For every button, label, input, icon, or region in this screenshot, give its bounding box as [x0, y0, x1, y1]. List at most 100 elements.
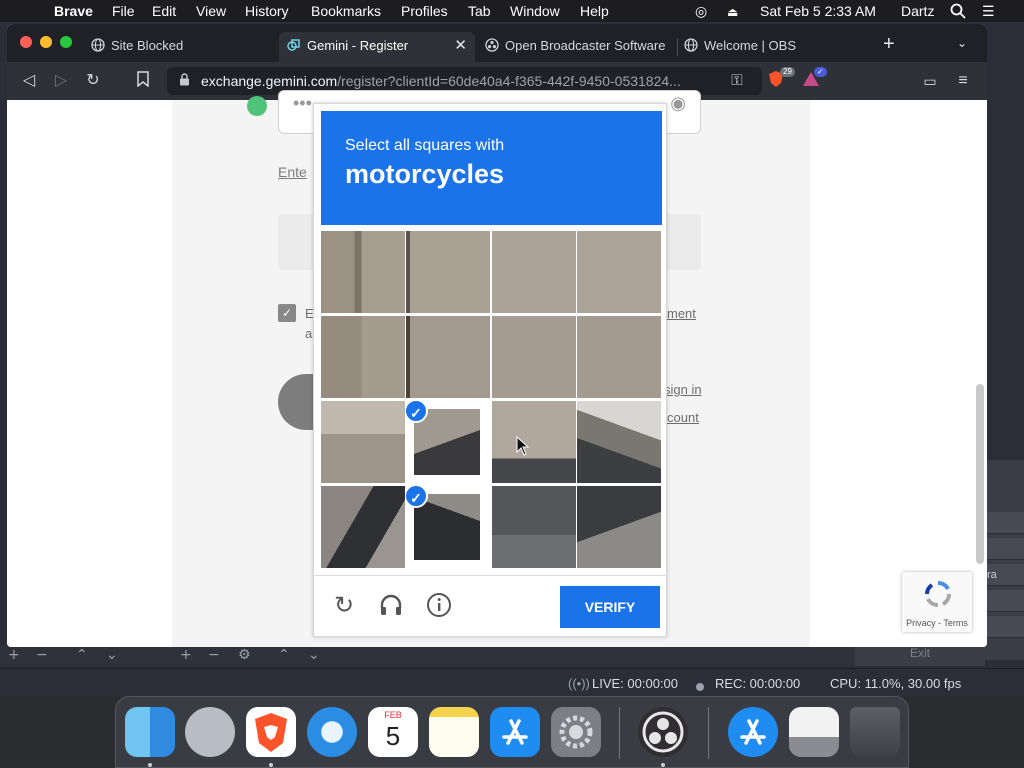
- obs-status-icon[interactable]: ◎: [695, 3, 707, 20]
- user-agreement-link[interactable]: ment: [667, 306, 696, 321]
- app-store-icon[interactable]: [490, 707, 540, 757]
- menu-history[interactable]: History: [245, 3, 289, 19]
- back-icon[interactable]: ◁: [19, 71, 39, 91]
- captcha-tile[interactable]: [492, 231, 576, 313]
- agree-checkbox[interactable]: ✓: [278, 304, 296, 322]
- control-center-icon[interactable]: ☰: [982, 3, 995, 20]
- tab-gemini-register[interactable]: Gemini - Register ✕: [279, 32, 475, 62]
- obs-down-icon[interactable]: ⌄: [308, 646, 320, 664]
- obs-exit-label: Exit: [909, 646, 930, 660]
- safari-icon[interactable]: [307, 707, 357, 757]
- tab-label: Gemini - Register: [307, 38, 409, 53]
- recaptcha-badge[interactable]: Privacy - Terms: [902, 572, 972, 632]
- obs-remove-icon[interactable]: −: [36, 646, 48, 664]
- menu-profiles[interactable]: Profiles: [401, 3, 448, 19]
- obs-add-icon[interactable]: +: [8, 646, 20, 664]
- reload-challenge-icon[interactable]: ↻: [330, 592, 358, 620]
- captcha-tile[interactable]: [321, 486, 405, 568]
- obs-panel-row[interactable]: [985, 616, 1024, 638]
- forward-icon[interactable]: ▷: [51, 71, 71, 91]
- key-icon[interactable]: ⚿: [727, 71, 747, 91]
- menubar-clock[interactable]: Sat Feb 5 2:33 AM: [760, 3, 876, 19]
- captcha-tile[interactable]: [321, 401, 405, 483]
- minimize-window-button[interactable]: [40, 36, 52, 48]
- tab-bar: Site Blocked Gemini - Register ✕ Open Br…: [7, 24, 987, 62]
- obs-remove-icon[interactable]: −: [208, 646, 220, 664]
- captcha-tile[interactable]: [577, 316, 661, 398]
- close-tab-icon[interactable]: ✕: [454, 32, 467, 60]
- obs-panel-row[interactable]: [985, 538, 1024, 560]
- info-icon[interactable]: [425, 592, 453, 620]
- reload-icon[interactable]: ↻: [83, 71, 103, 91]
- obs-gear-icon[interactable]: ⚙: [238, 646, 251, 664]
- account-link[interactable]: count: [667, 410, 699, 425]
- page-scrollbar[interactable]: [976, 384, 984, 564]
- bookmark-icon[interactable]: [133, 71, 153, 91]
- tab-label: Site Blocked: [111, 38, 184, 53]
- installer-document-icon[interactable]: [789, 707, 839, 757]
- menu-icon[interactable]: ≡: [953, 71, 973, 91]
- valid-check-icon: [247, 96, 267, 116]
- captcha-tile[interactable]: [406, 316, 490, 398]
- app-store-downloads-icon[interactable]: [728, 707, 778, 757]
- zoom-window-button[interactable]: [60, 36, 72, 48]
- menu-edit[interactable]: Edit: [152, 3, 176, 19]
- recaptcha-privacy-terms[interactable]: Privacy - Terms: [902, 618, 972, 628]
- obs-add-icon[interactable]: +: [180, 646, 192, 664]
- captcha-tile[interactable]: [577, 486, 661, 568]
- calendar-icon[interactable]: FEB 5: [368, 707, 418, 757]
- launchpad-icon[interactable]: [185, 707, 235, 757]
- menu-help[interactable]: Help: [580, 3, 609, 19]
- captcha-tile[interactable]: [577, 401, 661, 483]
- tab-welcome-obs[interactable]: Welcome | OBS: [682, 32, 862, 62]
- menu-bookmarks[interactable]: Bookmarks: [311, 3, 381, 19]
- captcha-tile[interactable]: [492, 316, 576, 398]
- obs-icon: [485, 34, 499, 52]
- brave-browser-icon[interactable]: [246, 707, 296, 757]
- wallet-icon[interactable]: ▭: [920, 71, 940, 91]
- notes-icon[interactable]: [429, 707, 479, 757]
- obs-panel-row[interactable]: ra: [985, 564, 1024, 586]
- obs-panel-row[interactable]: [985, 512, 1024, 534]
- obs-app-icon[interactable]: [638, 707, 688, 757]
- running-indicator: [661, 763, 665, 767]
- enter-code-link[interactable]: Ente: [278, 164, 307, 180]
- eject-icon[interactable]: ⏏: [727, 5, 738, 19]
- captcha-tile[interactable]: [321, 231, 405, 313]
- menubar-app-name[interactable]: Brave: [54, 3, 93, 19]
- trash-icon[interactable]: [850, 707, 900, 757]
- tab-site-blocked[interactable]: Site Blocked: [87, 32, 277, 62]
- captcha-tile[interactable]: [321, 316, 405, 398]
- spotlight-search-icon[interactable]: [950, 3, 966, 22]
- menu-file[interactable]: File: [112, 3, 135, 19]
- show-password-eye-icon[interactable]: ◉: [670, 93, 686, 114]
- obs-up-icon[interactable]: ⌃: [278, 646, 290, 664]
- menu-tab[interactable]: Tab: [468, 3, 491, 19]
- sign-in-link[interactable]: sign in: [664, 382, 702, 397]
- lock-icon[interactable]: [167, 67, 201, 95]
- mouse-cursor-icon: [516, 436, 530, 456]
- obs-status-bar: ((•)) LIVE: 00:00:00 REC: 00:00:00 CPU: …: [0, 668, 1024, 696]
- verify-button[interactable]: VERIFY: [560, 586, 660, 628]
- menu-view[interactable]: View: [196, 3, 226, 19]
- menu-window[interactable]: Window: [510, 3, 560, 19]
- audio-challenge-headphones-icon[interactable]: [377, 592, 405, 620]
- close-window-button[interactable]: [20, 36, 32, 48]
- tab-list-chevron-icon[interactable]: ⌄: [957, 36, 967, 50]
- tab-obs[interactable]: Open Broadcaster Software: [483, 32, 673, 62]
- captcha-tile[interactable]: [406, 231, 490, 313]
- obs-down-icon[interactable]: ⌄: [106, 646, 118, 664]
- obs-up-icon[interactable]: ⌃: [76, 646, 88, 664]
- finder-icon[interactable]: [125, 707, 175, 757]
- menubar-user[interactable]: Dartz: [901, 3, 934, 19]
- system-preferences-gear-icon[interactable]: [551, 707, 601, 757]
- calendar-day: 5: [385, 721, 401, 751]
- captcha-tile[interactable]: [492, 486, 576, 568]
- obs-panel-row[interactable]: [985, 590, 1024, 612]
- captcha-tile[interactable]: [577, 231, 661, 313]
- captcha-tile[interactable]: [492, 401, 576, 483]
- tab-separator: [677, 38, 678, 56]
- captcha-tile-selected[interactable]: ✓: [406, 486, 490, 568]
- new-tab-plus-icon[interactable]: +: [883, 34, 895, 54]
- captcha-tile-selected[interactable]: ✓: [406, 401, 490, 483]
